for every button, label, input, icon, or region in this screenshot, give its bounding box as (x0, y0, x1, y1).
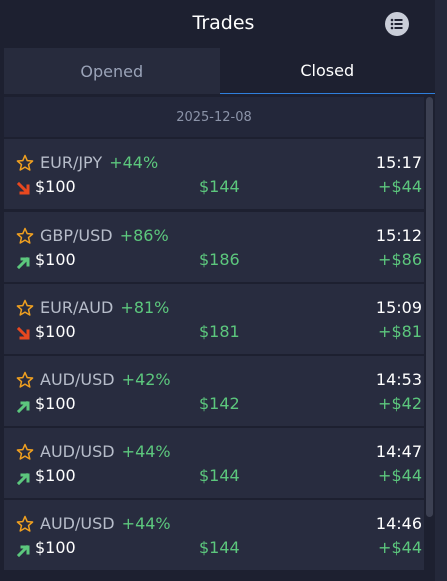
star-icon[interactable] (16, 443, 34, 461)
trade-pair: EUR/JPY +44% (40, 153, 158, 172)
pair-name: EUR/AUD (40, 298, 114, 317)
trade-pair: EUR/AUD +81% (40, 298, 169, 317)
star-icon[interactable] (16, 154, 34, 172)
trade-pair: AUD/USD +44% (40, 514, 171, 533)
trade-time: 14:47 (375, 442, 422, 461)
trade-amount: $100 (35, 394, 76, 413)
trade-row[interactable]: EUR/AUD +81% 15:09 $100 $181 +$81 (4, 284, 424, 354)
trade-amount: $100 (35, 466, 76, 485)
trade-row[interactable]: AUD/USD +44% 14:47 $100 $144 +$44 (4, 428, 424, 498)
pair-percent: +44% (121, 442, 171, 461)
trade-payout: $144 (199, 538, 240, 557)
list-menu-button[interactable] (385, 12, 409, 36)
star-icon[interactable] (16, 299, 34, 317)
trade-profit: +$42 (378, 394, 422, 413)
trade-profit: +$86 (378, 250, 422, 269)
star-icon[interactable] (16, 515, 34, 533)
tab-closed[interactable]: Closed (219, 48, 435, 94)
pair-percent: +44% (109, 153, 159, 172)
trade-payout: $144 (199, 466, 240, 485)
trade-time: 14:46 (375, 514, 422, 533)
pair-percent: +42% (121, 370, 171, 389)
star-icon[interactable] (16, 371, 34, 389)
pair-name: EUR/JPY (40, 153, 103, 172)
page-title: Trades (192, 12, 255, 34)
right-gutter (435, 0, 447, 581)
trade-payout: $186 (199, 250, 240, 269)
trade-payout: $144 (199, 177, 240, 196)
pair-name: GBP/USD (40, 226, 113, 245)
trade-row[interactable]: EUR/JPY +44% 15:17 $100 $144 +$44 (4, 139, 424, 209)
tab-bar: Opened Closed (4, 48, 435, 94)
trade-pair: AUD/USD +44% (40, 442, 171, 461)
trade-pair: AUD/USD +42% (40, 370, 171, 389)
trade-pair: GBP/USD +86% (40, 226, 169, 245)
trade-payout: $181 (199, 322, 240, 341)
header: Trades (0, 0, 447, 48)
arrow-up-right-icon (17, 472, 30, 485)
trade-row[interactable]: AUD/USD +42% 14:53 $100 $142 +$42 (4, 356, 424, 426)
arrow-down-right-icon (17, 182, 30, 195)
arrow-up-right-icon (17, 256, 30, 269)
pair-name: AUD/USD (40, 370, 115, 389)
trade-time: 15:17 (375, 153, 422, 172)
pair-name: AUD/USD (40, 514, 115, 533)
pair-percent: +86% (119, 226, 169, 245)
trade-time: 15:12 (375, 226, 422, 245)
trade-amount: $100 (35, 538, 76, 557)
pair-name: AUD/USD (40, 442, 115, 461)
arrow-up-right-icon (17, 544, 30, 557)
trade-profit: +$44 (378, 466, 422, 485)
trade-row[interactable]: GBP/USD +86% 15:12 $100 $186 +$86 (4, 212, 424, 282)
trade-amount: $100 (35, 322, 76, 341)
trade-payout: $142 (199, 394, 240, 413)
arrow-down-right-icon (17, 327, 30, 340)
trade-profit: +$44 (378, 538, 422, 557)
pair-percent: +44% (121, 514, 171, 533)
trade-time: 14:53 (375, 370, 422, 389)
scrollbar[interactable] (424, 95, 435, 581)
scrollbar-thumb[interactable] (426, 97, 433, 517)
trade-time: 15:09 (375, 298, 422, 317)
trade-profit: +$81 (378, 322, 422, 341)
arrow-up-right-icon (17, 400, 30, 413)
trade-amount: $100 (35, 250, 76, 269)
trade-profit: +$44 (378, 177, 422, 196)
trades-list: 2025-12-08 EUR/JPY +44% 15:17 $100 $144 +$44… (4, 95, 424, 581)
pair-percent: +81% (120, 298, 170, 317)
list-icon (390, 18, 403, 30)
star-icon[interactable] (16, 227, 34, 245)
trade-row[interactable]: AUD/USD +44% 14:46 $100 $144 +$44 (4, 500, 424, 570)
date-separator: 2025-12-08 (4, 97, 424, 137)
tab-opened[interactable]: Opened (4, 48, 220, 94)
trade-amount: $100 (35, 177, 76, 196)
